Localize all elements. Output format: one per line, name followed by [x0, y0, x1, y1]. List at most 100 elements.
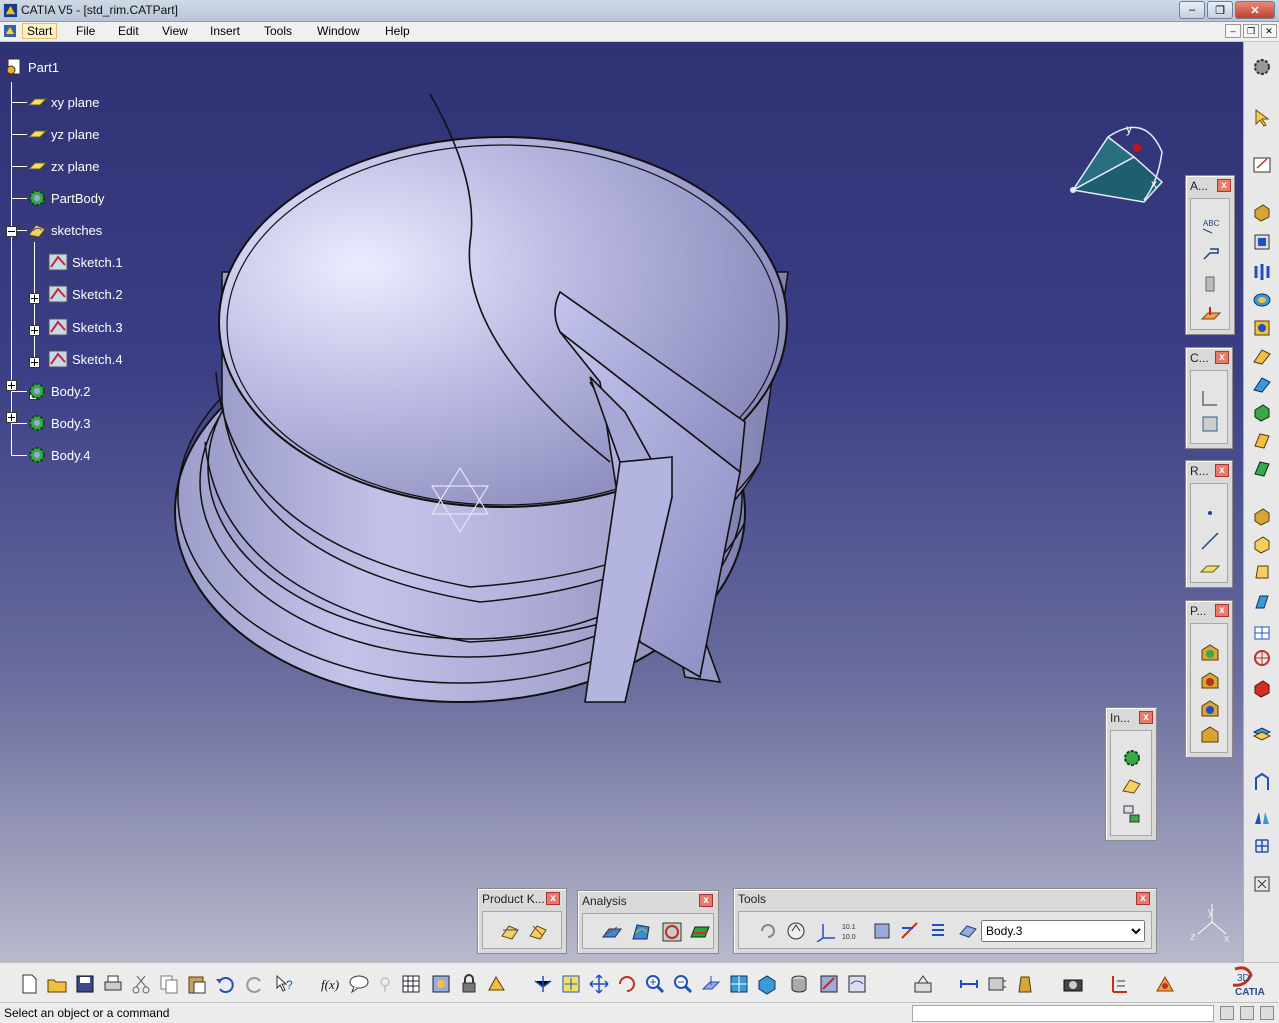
menu-edit[interactable]: Edit [114, 24, 143, 38]
toolbar-part-design[interactable]: P... x [1185, 600, 1233, 758]
line-icon[interactable] [1199, 530, 1221, 552]
menu-view[interactable]: View [158, 24, 192, 38]
tree-label-body2[interactable]: Body.2 [51, 384, 91, 399]
draft-angle-icon[interactable] [1252, 562, 1272, 582]
update-icon[interactable] [757, 920, 779, 942]
hole-icon[interactable] [1252, 318, 1272, 338]
measure-item-icon[interactable] [986, 973, 1008, 995]
toolbar-tools[interactable]: Tools x 10.1 10.0 Body.3 [733, 888, 1157, 954]
menu-window[interactable]: Window [313, 24, 364, 38]
edge-fillet-icon[interactable] [1252, 506, 1272, 526]
plane-icon[interactable] [1199, 556, 1221, 578]
stop-button[interactable] [1240, 1006, 1254, 1020]
tree-node-part1[interactable]: Part1 [4, 58, 59, 76]
hide-show-icon[interactable] [818, 973, 840, 995]
undo-icon[interactable] [214, 973, 236, 995]
remove-face-icon[interactable] [1252, 678, 1272, 698]
expand-icon[interactable] [6, 412, 17, 423]
tree-node-yz-plane[interactable]: yz plane [27, 125, 99, 143]
paste-icon[interactable] [186, 973, 208, 995]
toolbar-insert[interactable]: In... x [1105, 707, 1157, 841]
insert-body-icon[interactable] [1121, 747, 1143, 769]
part-geometry[interactable] [0, 42, 1243, 962]
dress-up-feature-icon[interactable] [1199, 670, 1221, 692]
tree-label-xy-plane[interactable]: xy plane [51, 95, 99, 110]
tree-label-partbody[interactable]: PartBody [51, 191, 104, 206]
expand-icon[interactable] [6, 380, 17, 391]
toolbar-reference-elements[interactable]: R... x [1185, 460, 1233, 588]
toolbar-close-button[interactable]: x [546, 892, 560, 905]
multi-view-icon[interactable] [728, 973, 750, 995]
tree-label-body3[interactable]: Body.3 [51, 416, 91, 431]
point-icon[interactable] [1199, 502, 1221, 524]
open-folder-icon[interactable] [46, 973, 68, 995]
tree-node-zx-plane[interactable]: zx plane [27, 157, 99, 175]
thread-icon[interactable] [1252, 648, 1272, 668]
current-body-select[interactable]: Body.3 [981, 920, 1145, 942]
set-list-icon[interactable] [927, 920, 949, 942]
doc-close-icon[interactable]: ✕ [1261, 24, 1277, 38]
restore-button[interactable]: ❐ [1207, 1, 1233, 19]
zoom-in-icon[interactable] [644, 973, 666, 995]
zoom-out-icon[interactable] [672, 973, 694, 995]
toolbar-close-button[interactable]: x [1215, 604, 1229, 617]
knowledge-template-icon[interactable] [499, 920, 521, 942]
measure-between-icon[interactable] [958, 973, 980, 995]
toolbar-close-button[interactable]: x [699, 894, 713, 907]
minimize-button[interactable]: – [1179, 1, 1205, 19]
settings-gear-icon[interactable] [1252, 57, 1272, 77]
instantiate-template-icon[interactable] [527, 920, 549, 942]
knowledgeware-icon[interactable] [1154, 973, 1176, 995]
tree-label-sketches[interactable]: sketches [51, 223, 102, 238]
measure-values-icon[interactable]: 10.1 10.0 [841, 920, 863, 942]
3d-annotation-icon[interactable] [1200, 273, 1222, 295]
tree-node-body4[interactable]: Body.4 [27, 446, 91, 464]
removed-multi-section-icon[interactable] [1252, 458, 1272, 478]
copy-icon[interactable] [158, 973, 180, 995]
surface-analysis-icon[interactable] [689, 921, 711, 943]
cancel-command-button[interactable] [1260, 1006, 1274, 1020]
pocket-icon[interactable] [1252, 232, 1272, 252]
collapse-icon[interactable] [6, 226, 17, 237]
toolbar-analysis[interactable]: Analysis x [577, 890, 719, 954]
tree-label-part1[interactable]: Part1 [28, 60, 59, 75]
compass[interactable] [1070, 126, 1164, 203]
tree-node-sketch1[interactable]: Sketch.1 [48, 253, 123, 271]
tree-label-yz-plane[interactable]: yz plane [51, 127, 99, 142]
pad-icon[interactable] [1252, 202, 1272, 222]
expand-icon[interactable] [29, 357, 40, 368]
expand-icon[interactable] [29, 325, 40, 336]
toolbar-close-button[interactable]: x [1215, 351, 1229, 364]
menu-tools[interactable]: Tools [260, 24, 296, 38]
axis-system-icon[interactable] [815, 920, 837, 942]
save-icon[interactable] [74, 973, 96, 995]
tree-node-body2[interactable]: Body.2 [27, 382, 91, 400]
hide-show-icon[interactable] [899, 920, 921, 942]
annotation-plane-icon[interactable] [1200, 303, 1222, 325]
power-input-button[interactable] [1220, 1006, 1234, 1020]
knowledge-icon[interactable] [374, 973, 396, 995]
select-arrow-icon[interactable] [1252, 108, 1272, 128]
flag-note-icon[interactable] [1200, 243, 1222, 265]
iso-view-icon[interactable] [756, 973, 778, 995]
transformation-feature-icon[interactable] [1199, 698, 1221, 720]
curvature-analysis-icon[interactable] [631, 921, 653, 943]
law-icon[interactable] [486, 973, 508, 995]
measure-inertia-icon[interactable] [1014, 973, 1036, 995]
shell-icon[interactable] [1252, 592, 1272, 612]
document-icon[interactable] [3, 24, 17, 38]
tree-label-sketch3[interactable]: Sketch.3 [72, 320, 123, 335]
groove-icon[interactable] [1252, 290, 1272, 310]
define-in-work-object-icon[interactable] [957, 920, 979, 942]
toolbar-close-button[interactable]: x [1215, 464, 1229, 477]
tree-node-partbody[interactable]: PartBody [27, 189, 104, 207]
command-input[interactable] [912, 1005, 1214, 1022]
constraint-defined-icon[interactable] [1199, 413, 1221, 435]
multi-section-solid-icon[interactable] [1252, 430, 1272, 450]
chamfer-icon[interactable] [1252, 534, 1272, 554]
tree-label-sketch4[interactable]: Sketch.4 [72, 352, 123, 367]
catia-app-icon[interactable] [3, 3, 18, 18]
redo-icon[interactable] [244, 973, 266, 995]
fly-mode-icon[interactable] [532, 973, 554, 995]
insert-geometrical-set-icon[interactable] [1121, 775, 1143, 797]
